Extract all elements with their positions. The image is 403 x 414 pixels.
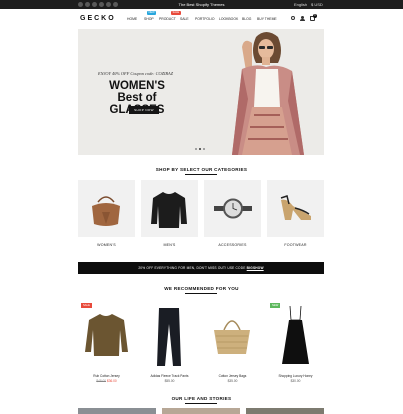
nav-item-portfolio[interactable]: PORTFOLIO — [195, 16, 215, 22]
product-card[interactable] — [141, 300, 198, 370]
banner-text: 20% OFF EVERYTHING FOR MEN, DON'T MISS O… — [138, 266, 246, 270]
product-tag-new: NEW — [270, 303, 281, 308]
recommended-title: WE RECOMMENDED FOR YOU — [164, 286, 239, 291]
youtube-icon[interactable] — [113, 2, 118, 7]
hero-coupon: ENJOY 40% OFF Coupon code: COZIBAZ — [98, 71, 174, 76]
straw-bag-icon — [214, 320, 250, 354]
hero-slider: ENJOY 40% OFF Coupon code: COZIBAZ WOMEN… — [78, 29, 324, 155]
product-name[interactable]: Rub Cotton Jersey — [78, 374, 135, 378]
header-actions: 0 — [291, 14, 317, 21]
account-icon[interactable] — [300, 16, 305, 21]
nav-item-lookbook[interactable]: LOOKBOOK — [219, 16, 238, 22]
nav-item-shop[interactable]: SHOP — [144, 16, 154, 22]
category-label[interactable]: WOMEN'S — [78, 243, 135, 247]
product-card[interactable] — [204, 300, 261, 370]
product-price: $30.00 — [290, 379, 301, 383]
instagram-icon[interactable] — [92, 2, 97, 7]
currency-selector[interactable]: $ USD — [311, 1, 323, 8]
product-name[interactable]: Adidas Fleece Track Pants — [141, 374, 198, 378]
sweater-icon — [151, 192, 187, 228]
product-price: $55.00 — [164, 379, 175, 383]
hero-headline-line-1: WOMEN'S — [109, 80, 165, 92]
title-underline — [185, 403, 217, 404]
category-womens[interactable] — [78, 180, 135, 237]
category-footwear[interactable] — [267, 180, 324, 237]
cart-count: 0 — [313, 14, 317, 18]
top-bar: The Best Shopify Themes English $ USD — [0, 0, 403, 9]
twitter-icon[interactable] — [85, 2, 90, 7]
category-mens[interactable] — [141, 180, 198, 237]
product-card[interactable] — [78, 300, 135, 370]
title-underline — [185, 174, 217, 175]
category-label[interactable]: FOOTWEAR — [267, 243, 324, 247]
knit-sweater-icon — [85, 314, 128, 356]
site-header: GECKO HOME SHOP NEW PRODUCT SALE SALE PO… — [0, 9, 403, 29]
nav-item-home[interactable]: HOME — [127, 16, 137, 22]
product-price: $48.00 $36.00 — [78, 379, 135, 383]
product-card[interactable] — [267, 300, 324, 370]
tumblr-icon[interactable] — [106, 2, 111, 7]
facebook-icon[interactable] — [78, 2, 83, 7]
search-icon[interactable] — [291, 16, 295, 20]
nav-item-blog[interactable]: BLOG — [242, 16, 251, 22]
nav-item-product[interactable]: PRODUCT — [159, 16, 176, 22]
product-name[interactable]: Shopping Luxury Honey — [267, 374, 324, 378]
nav-badge-new: NEW — [147, 11, 157, 15]
story-image[interactable] — [246, 408, 324, 414]
wedge-sandal-icon — [280, 195, 311, 220]
product-price: $35.00 — [227, 379, 238, 383]
slider-dot-active[interactable] — [199, 148, 201, 150]
banner-code-link[interactable]: BIGSHOW — [247, 266, 264, 270]
category-label[interactable]: ACCESSORIES — [204, 243, 261, 247]
slip-dress-icon — [282, 305, 309, 364]
category-accessories[interactable] — [204, 180, 261, 237]
product-sale-price: $36.00 — [106, 379, 117, 383]
watch-icon — [214, 198, 252, 219]
promo-banner: 20% OFF EVERYTHING FOR MEN, DON'T MISS O… — [78, 262, 324, 274]
promo-text: The Best Shopify Themes — [178, 2, 225, 7]
nav-badge-sale: SALE — [171, 11, 181, 15]
slider-dot[interactable] — [203, 148, 205, 150]
nav-item-sale[interactable]: SALE — [180, 16, 189, 22]
handbag-icon — [92, 196, 120, 226]
slider-dot[interactable] — [195, 148, 197, 150]
cart-icon[interactable]: 0 — [310, 14, 317, 21]
pinterest-icon[interactable] — [99, 2, 104, 7]
track-pants-icon — [157, 308, 181, 366]
stories-title: OUR LIFE AND STORIES — [171, 396, 232, 401]
site-logo[interactable]: GECKO — [80, 15, 116, 22]
story-image[interactable] — [162, 408, 240, 414]
product-name[interactable]: Cotton Jersey Bags — [204, 374, 261, 378]
shop-now-button[interactable]: SHOP NOW — [129, 106, 159, 114]
product-old-price: $48.00 — [96, 379, 107, 383]
language-selector[interactable]: English — [294, 1, 307, 8]
title-underline — [185, 293, 217, 294]
product-tag-sale: SALE — [81, 303, 92, 308]
story-image[interactable] — [78, 408, 156, 414]
nav-item-buy-theme[interactable]: BUY THEME — [257, 16, 277, 22]
social-links — [78, 2, 118, 7]
category-label[interactable]: MEN'S — [141, 243, 198, 247]
hero-model-image — [208, 29, 324, 155]
categories-title: SHOP BY SELECT OUR CATEGORIES — [155, 167, 248, 172]
